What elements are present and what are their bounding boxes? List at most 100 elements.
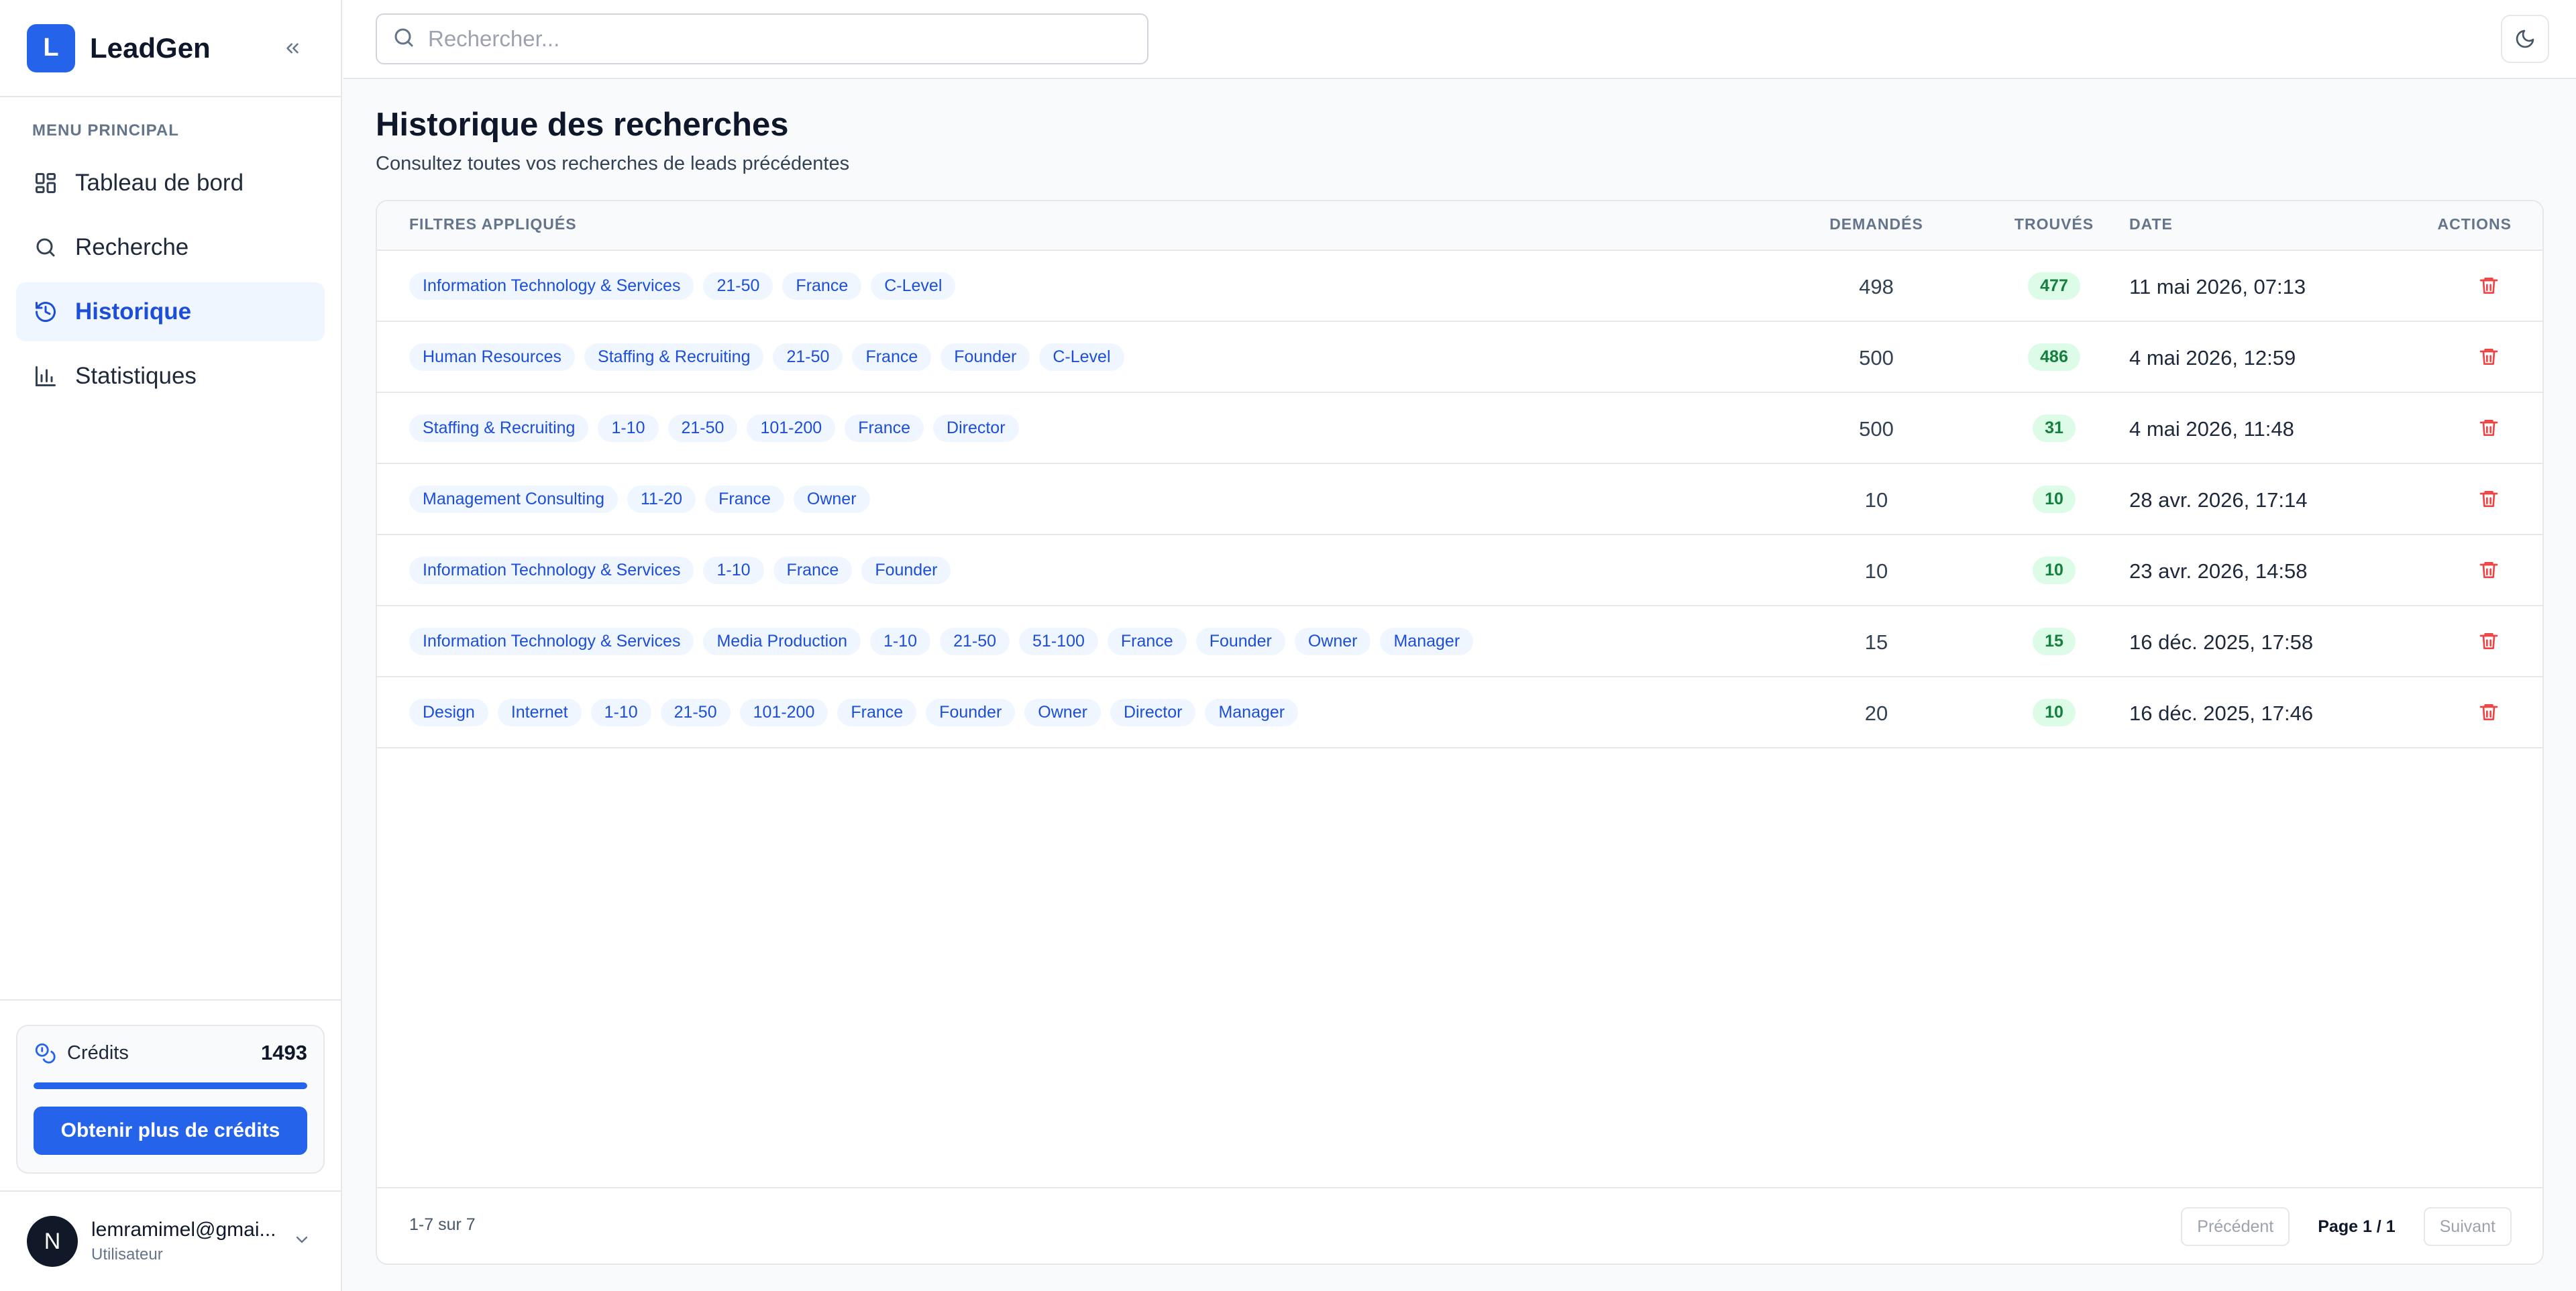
filter-chip: 21-50 [660, 698, 731, 726]
filter-chip: 11-20 [627, 485, 696, 513]
row-filters: Information Technology & Services 1-10 Fra… [409, 535, 960, 605]
header-actions: ACTIONS [2437, 215, 2512, 233]
requested-count: 20 [1864, 701, 1888, 725]
filter-chip: Owner [1024, 698, 1101, 726]
sidebar-item-label: Historique [75, 298, 192, 325]
credits-progress-bar [34, 1082, 307, 1089]
table-row[interactable]: Information Technology & Services 21-50 Fr… [377, 251, 2542, 322]
sidebar-item-dashboard[interactable]: Tableau de bord [16, 154, 325, 213]
credits-value: 1493 [261, 1041, 307, 1064]
filter-chip: 1-10 [590, 698, 651, 726]
page-title: Historique des recherches [376, 107, 789, 143]
user-email: lemramimel@gmai... [91, 1219, 276, 1241]
page-subtitle: Consultez toutes vos recherches de leads… [376, 153, 850, 174]
chevron-down-icon [292, 1231, 311, 1253]
filter-chip: Internet [497, 698, 582, 726]
filter-chip: 1-10 [870, 627, 931, 655]
header-date: DATE [2129, 215, 2173, 233]
search-date: 23 avr. 2026, 14:58 [2129, 559, 2308, 583]
search-date: 16 déc. 2025, 17:58 [2129, 630, 2314, 654]
filter-chip: Information Technology & Services [409, 627, 694, 655]
row-filters: Human Resources Staffing & Recruiting 21-5… [409, 322, 1134, 392]
delete-button[interactable] [2475, 343, 2502, 370]
get-more-credits-button[interactable]: Obtenir plus de crédits [34, 1107, 307, 1155]
requested-count: 500 [1859, 417, 1894, 441]
trash-icon [2479, 278, 2498, 294]
table-row[interactable]: Design Internet 1-10 21-50 101-200 France Foun… [377, 677, 2542, 748]
brand-logo: L [27, 23, 75, 72]
requested-count: 498 [1859, 275, 1894, 298]
filter-chip: France [845, 414, 924, 442]
next-page-button[interactable]: Suivant [2423, 1207, 2512, 1246]
chevrons-left-icon [286, 43, 299, 53]
sidebar-item-label: Tableau de bord [75, 170, 244, 196]
search-box [376, 13, 1148, 64]
delete-button[interactable] [2475, 557, 2502, 583]
filter-chip: Staffing & Recruiting [584, 343, 764, 371]
filter-chip: Founder [1195, 627, 1285, 655]
filter-chip: Owner [1294, 627, 1371, 655]
search-date: 16 déc. 2025, 17:46 [2129, 701, 2314, 725]
coins-icon [34, 1042, 56, 1064]
sidebar-item-statistics[interactable]: Statistiques [16, 347, 325, 406]
filter-chip: Manager [1205, 698, 1299, 726]
requested-count: 15 [1864, 630, 1888, 654]
requested-count: 10 [1864, 488, 1888, 512]
filter-chip: 21-50 [667, 414, 738, 442]
found-badge: 10 [2033, 557, 2076, 584]
sidebar-item-search[interactable]: Recherche [16, 218, 325, 277]
filter-chip: France [837, 698, 917, 726]
theme-toggle-button[interactable] [2501, 15, 2549, 63]
sidebar-item-label: Recherche [75, 234, 189, 260]
delete-button[interactable] [2475, 272, 2502, 299]
table-row[interactable]: Staffing & Recruiting 1-10 21-50 101-200 Fra… [377, 393, 2542, 464]
delete-button[interactable] [2475, 486, 2502, 512]
trash-icon [2479, 491, 2498, 507]
delete-button[interactable] [2475, 414, 2502, 441]
credits-card: Crédits 1493 Obtenir plus de crédits [16, 1025, 325, 1174]
main-menu: Tableau de bord Recherche Historique Sta… [0, 154, 341, 406]
filter-chip: 101-200 [747, 414, 836, 442]
found-badge: 10 [2033, 486, 2076, 513]
filter-chip: Founder [941, 343, 1030, 371]
table-row[interactable]: Information Technology & Services Media P… [377, 606, 2542, 677]
delete-button[interactable] [2475, 628, 2502, 655]
table-row[interactable]: Human Resources Staffing & Recruiting 21-5… [377, 322, 2542, 393]
sidebar-item-history[interactable]: Historique [16, 282, 325, 341]
trash-icon [2479, 633, 2498, 649]
table-row[interactable]: Information Technology & Services 1-10 Fra… [377, 535, 2542, 606]
user-role: Utilisateur [91, 1245, 163, 1264]
filter-chip: 101-200 [739, 698, 828, 726]
search-date: 28 avr. 2026, 17:14 [2129, 488, 2308, 512]
search-date: 4 mai 2026, 12:59 [2129, 346, 2296, 370]
user-menu[interactable]: N lemramimel@gmai... Utilisateur [0, 1190, 341, 1291]
filter-chip: 1-10 [598, 414, 659, 442]
search-input[interactable] [428, 26, 1099, 52]
moon-icon [2516, 30, 2534, 48]
filter-chip: Design [409, 698, 488, 726]
collapse-sidebar-button[interactable] [278, 34, 307, 63]
filter-chip: Owner [793, 485, 870, 513]
found-badge: 486 [2028, 343, 2080, 371]
requested-count: 10 [1864, 559, 1888, 583]
previous-page-button[interactable]: Précédent [2181, 1207, 2290, 1246]
row-filters: Management Consulting 11-20 France Owner [409, 464, 879, 534]
delete-button[interactable] [2475, 699, 2502, 726]
header-found: TROUVÉS [2014, 215, 2094, 233]
found-badge: 31 [2033, 414, 2076, 442]
found-badge: 477 [2028, 272, 2080, 300]
row-filters: Design Internet 1-10 21-50 101-200 France Foun… [409, 677, 1307, 747]
credits-progress-fill [34, 1082, 307, 1089]
bar-chart-icon [32, 363, 59, 390]
filter-chip: Founder [861, 556, 951, 584]
filter-chip: C-Level [1039, 343, 1124, 371]
filter-chip: 21-50 [703, 272, 773, 300]
dashboard-icon [32, 170, 59, 197]
row-filters: Staffing & Recruiting 1-10 21-50 101-200 Fra… [409, 393, 1028, 463]
filter-chip: France [773, 556, 853, 584]
filter-chip: Information Technology & Services [409, 556, 694, 584]
pagination: Précédent Page 1 / 1 Suivant [2181, 1207, 2512, 1246]
search-date: 11 mai 2026, 07:13 [2129, 275, 2306, 298]
found-badge: 15 [2033, 628, 2076, 655]
table-row[interactable]: Management Consulting 11-20 France Owner 10 1… [377, 464, 2542, 535]
